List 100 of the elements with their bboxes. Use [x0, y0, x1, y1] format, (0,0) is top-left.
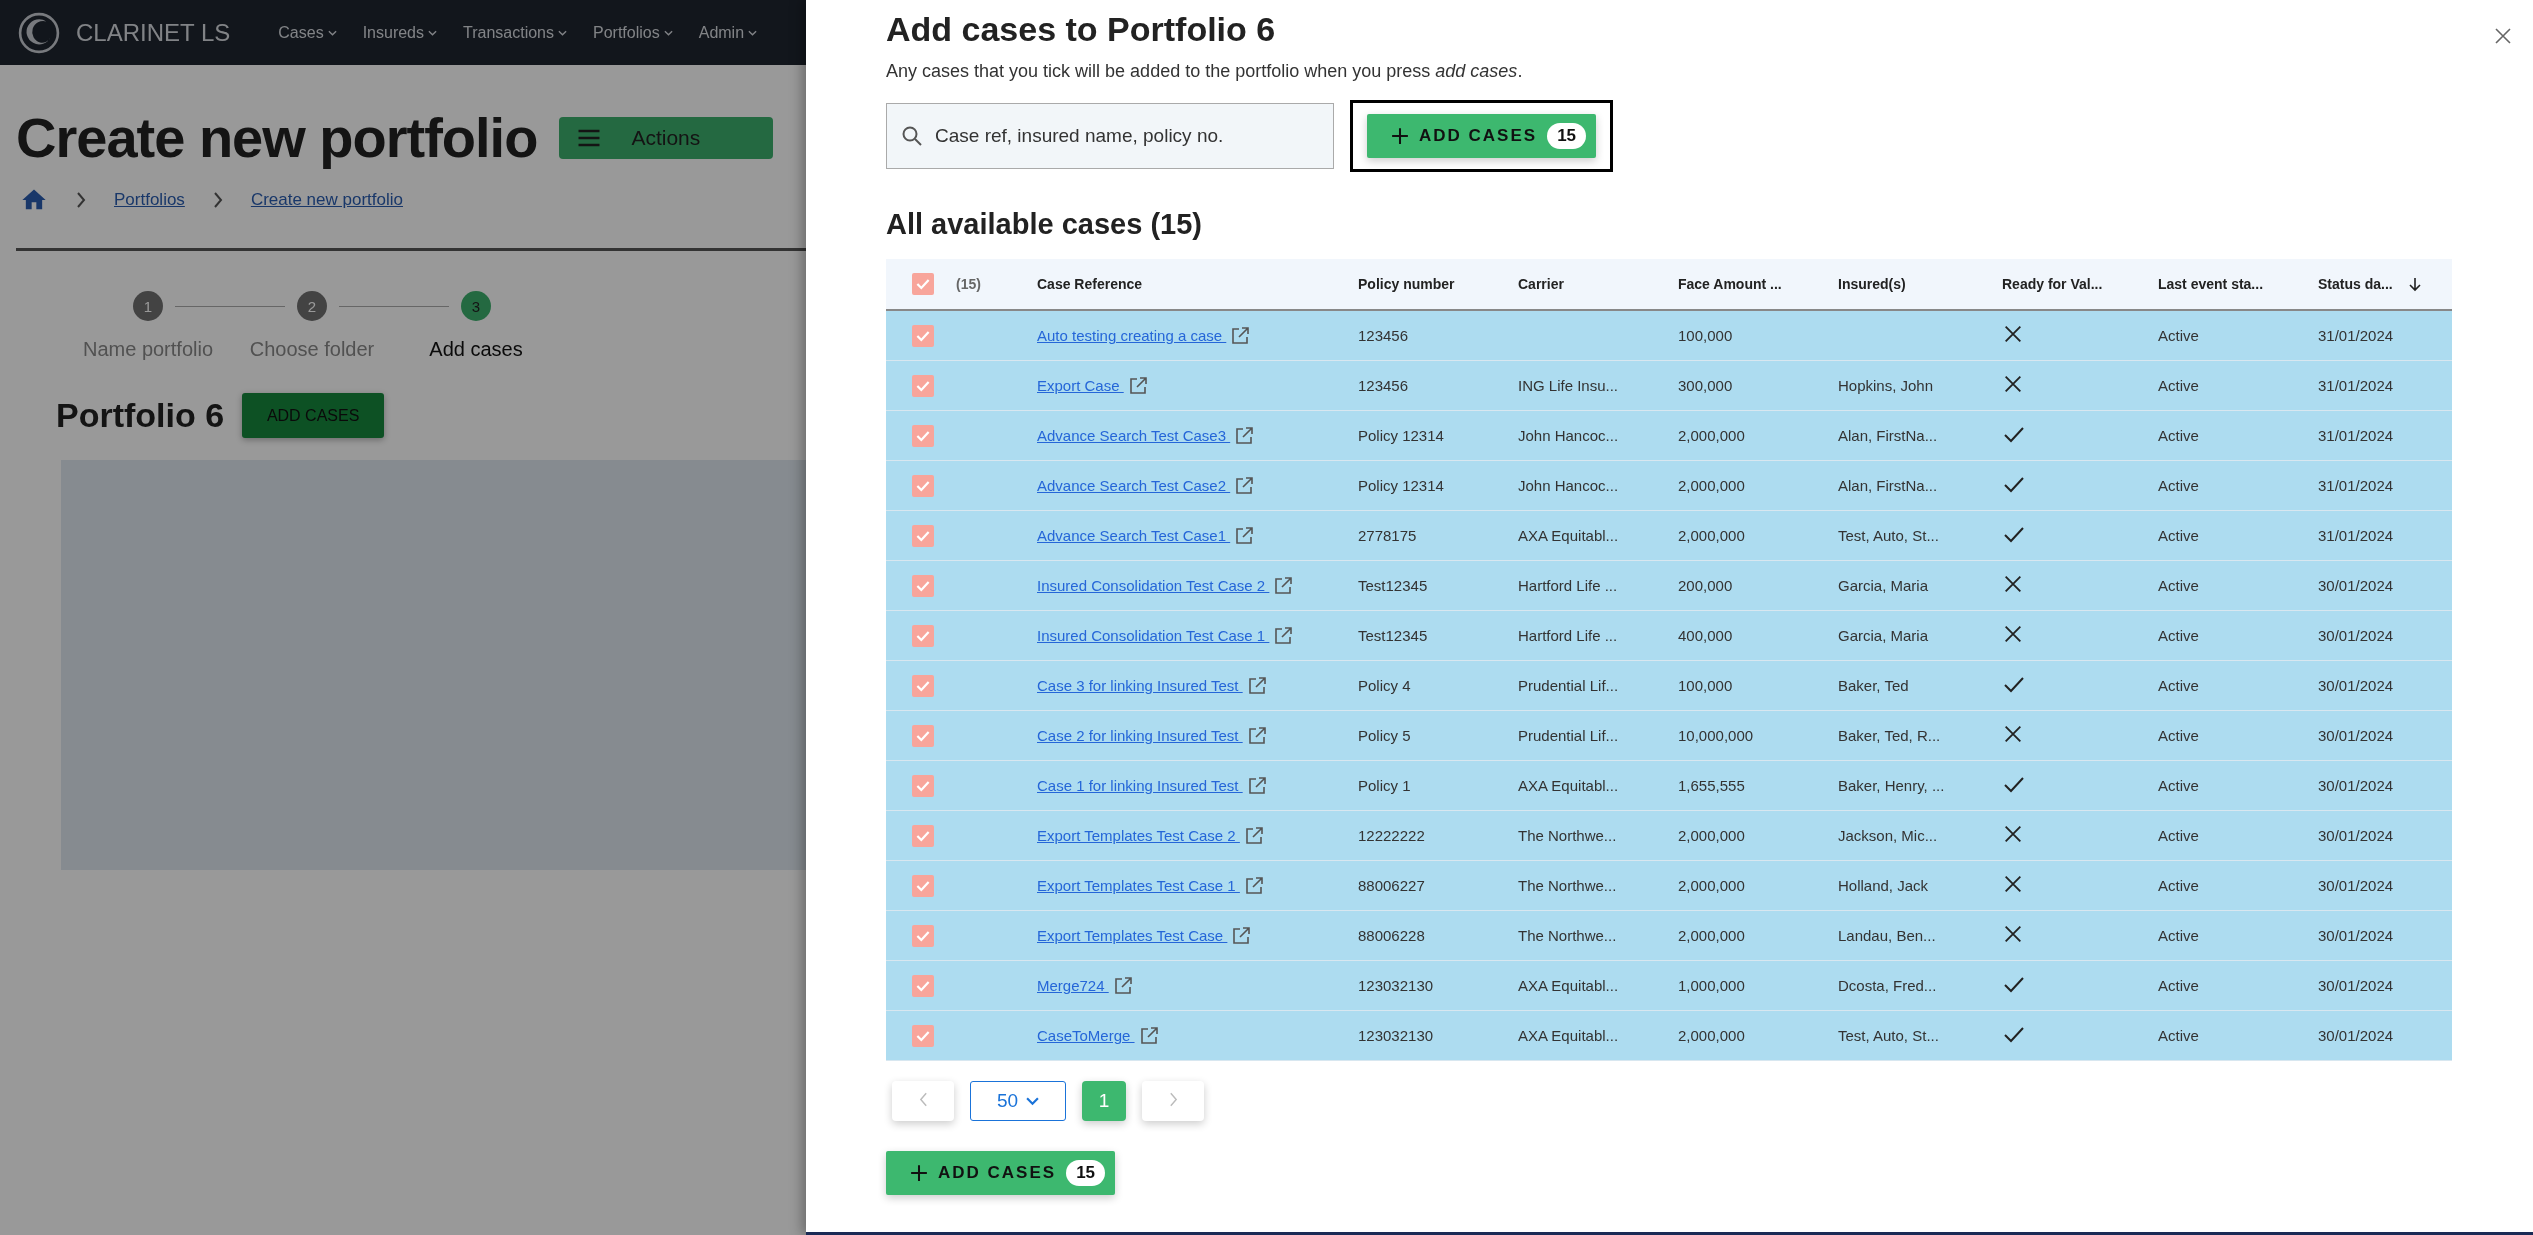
row-checkbox[interactable] — [912, 424, 934, 447]
table-row[interactable]: Advance Search Test Case2 Policy 12314 John Hancoc... 2,000,000 Alan, FirstNa... Active 31/01/2024 — [886, 461, 2452, 511]
row-checkbox[interactable] — [912, 924, 934, 947]
table-row[interactable]: Advance Search Test Case1 2778175 AXA Equitabl... 2,000,000 Test, Auto, St... Active 31/01/2024 — [886, 511, 2452, 561]
external-link-icon[interactable] — [1127, 375, 1148, 396]
external-link-icon[interactable] — [1230, 325, 1251, 346]
search-field[interactable]: Case ref, insured name, policy no. — [886, 103, 1334, 169]
row-checkbox[interactable] — [912, 824, 934, 847]
table-row[interactable]: Case 2 for linking Insured Test Policy 5 Prudential Lif... 10,000,000 Baker, Ted, R... Active 30/01/2024 — [886, 711, 2452, 761]
page-number-button[interactable]: 1 — [1082, 1081, 1126, 1121]
actions-button[interactable]: Actions — [559, 116, 774, 159]
row-checkbox[interactable] — [912, 774, 934, 797]
case-link[interactable]: Advance Search Test Case3 — [1037, 427, 1231, 444]
table-cell: Prudential Lif... — [1518, 727, 1619, 744]
external-link-icon[interactable] — [1234, 525, 1255, 546]
table-row[interactable]: Merge724 123032130 AXA Equitabl... 1,000,000 Dcosta, Fred... Active 30/01/2024 — [886, 961, 2452, 1011]
external-link-icon[interactable] — [1243, 875, 1264, 896]
select-all-checkbox[interactable] — [912, 273, 934, 295]
external-link-icon[interactable] — [1112, 975, 1133, 996]
column-header[interactable]: Carrier — [1518, 276, 1564, 292]
table-cell: 31/01/2024 — [2318, 377, 2394, 394]
row-checkbox[interactable] — [912, 974, 934, 997]
row-checkbox[interactable] — [912, 624, 934, 647]
external-link-icon[interactable] — [1273, 625, 1294, 646]
column-header[interactable]: Last event sta... — [2158, 276, 2264, 292]
case-link[interactable]: Export Templates Test Case 1 — [1037, 877, 1240, 894]
caret-down-icon — [1026, 1096, 1040, 1106]
row-checkbox[interactable] — [912, 374, 934, 397]
caret-down-icon[interactable] — [327, 29, 337, 36]
table-row[interactable]: CaseToMerge 123032130 AXA Equitabl... 2,000,000 Test, Auto, St... Active 30/01/2024 — [886, 1011, 2452, 1061]
case-link[interactable]: Advance Search Test Case2 — [1037, 477, 1231, 494]
case-link[interactable]: Merge724 — [1037, 977, 1109, 994]
add-cases-button[interactable]: ADD CASES 15 — [1367, 114, 1597, 158]
row-checkbox[interactable] — [912, 724, 934, 747]
table-row[interactable]: Export Case 123456 ING Life Insu... 300,000 Hopkins, John Active 31/01/2024 — [886, 361, 2452, 411]
external-link-icon[interactable] — [1234, 475, 1255, 496]
case-link[interactable]: Export Templates Test Case 2 — [1037, 827, 1240, 844]
row-checkbox[interactable] — [912, 1024, 934, 1047]
row-checkbox[interactable] — [912, 574, 934, 597]
table-row[interactable]: Export Templates Test Case 2 12222222 The Northwe... 2,000,000 Jackson, Mic... Active 30/01/2024 — [886, 811, 2452, 861]
case-link[interactable]: Case 2 for linking Insured Test — [1037, 727, 1243, 744]
table-row[interactable]: Case 3 for linking Insured Test Policy 4 Prudential Lif... 100,000 Baker, Ted Active 30/01/2024 — [886, 661, 2452, 711]
external-link-icon[interactable] — [1234, 425, 1255, 446]
nav-menu[interactable]: Insureds — [362, 23, 437, 42]
external-link-icon[interactable] — [1246, 725, 1267, 746]
case-link[interactable]: Insured Consolidation Test Case 1 — [1037, 627, 1270, 644]
case-link[interactable]: Case 3 for linking Insured Test — [1037, 677, 1243, 694]
caret-down-icon[interactable] — [558, 29, 567, 36]
caret-down-icon[interactable] — [663, 29, 673, 36]
row-checkbox[interactable] — [912, 474, 934, 497]
caret-down-icon[interactable] — [748, 29, 758, 36]
row-checkbox[interactable] — [912, 324, 934, 347]
external-link-icon[interactable] — [1243, 825, 1264, 846]
case-link[interactable]: Advance Search Test Case1 — [1037, 527, 1231, 544]
nav-menu[interactable]: Portfolios — [593, 23, 673, 42]
case-link[interactable]: Export Templates Test Case — [1037, 927, 1228, 944]
external-link-icon[interactable] — [1246, 675, 1267, 696]
case-link[interactable]: Auto testing creating a case — [1037, 327, 1227, 344]
column-header[interactable]: Face Amount ... — [1678, 276, 1782, 292]
table-cell: Alan, FirstNa... — [1838, 477, 1938, 494]
column-header[interactable]: Status da... — [2318, 276, 2423, 292]
table-row[interactable]: Export Templates Test Case 1 88006227 The Northwe... 2,000,000 Holland, Jack Active 30/01/2024 — [886, 861, 2452, 911]
external-link-icon[interactable] — [1231, 925, 1252, 946]
case-link[interactable]: Export Case — [1037, 377, 1124, 394]
table-cell: Prudential Lif... — [1518, 677, 1619, 694]
table-cell: 2778175 — [1358, 527, 1417, 544]
table-row[interactable]: Export Templates Test Case 88006228 The Northwe... 2,000,000 Landau, Ben... Active 30/01/2024 — [886, 911, 2452, 961]
table-cell: Active — [2158, 427, 2199, 444]
nav-menu[interactable]: Admin — [698, 23, 758, 42]
nav-menu[interactable]: Cases — [278, 23, 337, 42]
table-cell: 30/01/2024 — [2318, 577, 2394, 594]
table-row[interactable]: Advance Search Test Case3 Policy 12314 John Hancoc... 2,000,000 Alan, FirstNa... Active 31/01/2024 — [886, 411, 2452, 461]
table-cell: 400,000 — [1678, 627, 1733, 644]
row-checkbox[interactable] — [912, 874, 934, 897]
external-link-icon[interactable] — [1273, 575, 1294, 596]
table-row[interactable]: Insured Consolidation Test Case 1 Test12345 Hartford Life ... 400,000 Garcia, Maria Active 30/01/2024 — [886, 611, 2452, 661]
table-row[interactable]: Auto testing creating a case 123456 100,000 Active 31/01/2024 — [886, 311, 2452, 361]
column-header[interactable]: Ready for Val... — [2002, 276, 2103, 292]
table-row[interactable]: Case 1 for linking Insured Test Policy 1 AXA Equitabl... 1,655,555 Baker, Henry, ... Active 30/01/2024 — [886, 761, 2452, 811]
case-link[interactable]: Insured Consolidation Test Case 2 — [1037, 577, 1270, 594]
breadcrumb-link[interactable]: Portfolios — [114, 190, 185, 210]
case-link[interactable]: Case 1 for linking Insured Test — [1037, 777, 1243, 794]
column-header[interactable]: Case Reference — [1037, 276, 1143, 292]
column-header[interactable]: Policy number — [1358, 276, 1455, 292]
external-link-icon[interactable] — [1138, 1025, 1159, 1046]
row-checkbox[interactable] — [912, 524, 934, 547]
breadcrumb-link[interactable]: Create new portfolio — [250, 190, 403, 210]
table-cell: AXA Equitabl... — [1518, 527, 1619, 544]
nav-menu[interactable]: Transactions — [463, 23, 567, 42]
case-link[interactable]: CaseToMerge — [1037, 1027, 1135, 1044]
external-link-icon[interactable] — [1246, 775, 1267, 796]
column-header[interactable]: Insured(s) — [1838, 276, 1906, 292]
table-row[interactable]: Insured Consolidation Test Case 2 Test12345 Hartford Life ... 200,000 Garcia, Maria Active 30/01/2024 — [886, 561, 2452, 611]
page-size-dropdown[interactable]: 50 — [970, 1081, 1066, 1121]
row-checkbox[interactable] — [912, 674, 934, 697]
step-label: Name portfolio — [82, 338, 214, 361]
table-cell: 31/01/2024 — [2318, 477, 2394, 494]
caret-down-icon[interactable] — [428, 29, 437, 36]
close-icon[interactable] — [2493, 26, 2513, 46]
add-cases-button[interactable]: ADD CASES 15 — [886, 1151, 1116, 1195]
